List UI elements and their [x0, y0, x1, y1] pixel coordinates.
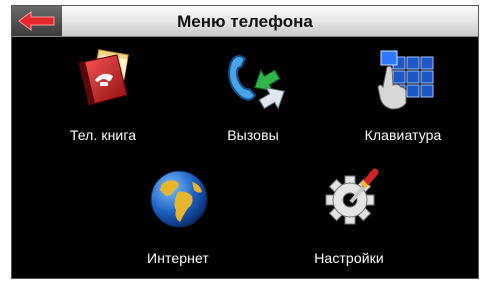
menu-item-settings[interactable]: Настройки: [289, 168, 409, 278]
keypad-icon: [377, 50, 434, 110]
menu-label-internet: Интернет: [147, 250, 209, 266]
menu-item-phonebook[interactable]: Тел. книга: [43, 49, 163, 159]
phonebook-icon: [78, 49, 129, 106]
globe-icon: [150, 170, 208, 228]
settings-gear-icon: [325, 168, 379, 225]
menu-label-phonebook: Тел. книга: [69, 127, 137, 143]
title-bar: Меню телефона: [12, 6, 478, 37]
menu-item-internet[interactable]: Интернет: [118, 168, 238, 278]
menu-item-keypad[interactable]: Клавиатура: [343, 49, 463, 159]
menu-label-calls: Вызовы: [227, 127, 279, 143]
menu-item-calls[interactable]: Вызовы: [193, 49, 313, 159]
phone-menu-screen: Меню телефона Тел. книга Вызовы Клавиату…: [11, 5, 479, 279]
menu-label-keypad: Клавиатура: [364, 127, 442, 143]
menu-label-settings: Настройки: [314, 250, 384, 266]
page-title: Меню телефона: [177, 12, 313, 31]
calls-icon: [227, 55, 285, 110]
